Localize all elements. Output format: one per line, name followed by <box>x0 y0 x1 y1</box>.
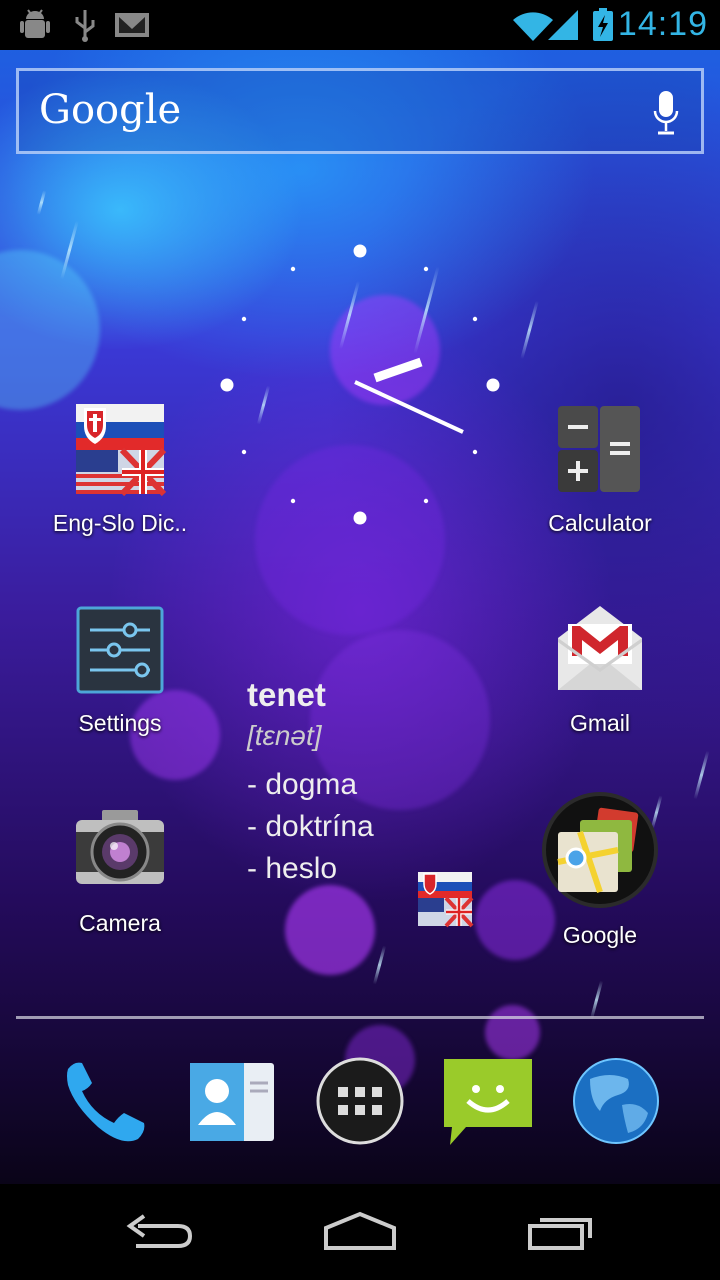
dictionary-word: tenet <box>247 676 326 713</box>
gmail-notification-icon <box>115 13 149 37</box>
wallpaper-streak <box>520 300 539 360</box>
app-label: Gmail <box>569 710 631 736</box>
dictionary-widget-flag-icon[interactable] <box>416 870 474 928</box>
android-debug-icon <box>20 9 50 38</box>
analog-clock-widget[interactable] <box>210 235 510 535</box>
app-camera[interactable]: Camera <box>35 802 205 937</box>
messaging-icon[interactable] <box>442 1055 534 1147</box>
phone-icon[interactable] <box>58 1055 150 1147</box>
browser-globe-icon[interactable] <box>570 1055 662 1147</box>
contacts-icon[interactable] <box>186 1055 278 1147</box>
wallpaper-bokeh <box>0 250 100 410</box>
calculator-icon <box>558 406 640 492</box>
app-folder-google[interactable]: Google <box>515 790 685 949</box>
battery-charging-icon <box>593 8 613 41</box>
dictionary-widget[interactable]: tenet [tɛnət] - dogma - doktrína - heslo <box>247 676 467 890</box>
flag-dictionary-icon <box>76 404 167 497</box>
google-search-bar[interactable]: Google <box>16 68 704 154</box>
wallpaper-streak <box>36 190 47 215</box>
navigation-bar <box>0 1184 720 1280</box>
status-bar[interactable]: 14:19 <box>0 0 720 50</box>
app-calculator[interactable]: Calculator <box>515 402 685 537</box>
wallpaper-streak <box>589 980 604 1020</box>
translation-item: - doktrína <box>247 810 374 843</box>
usb-icon <box>75 10 95 42</box>
back-icon[interactable] <box>124 1208 196 1256</box>
app-gmail[interactable]: Gmail <box>515 602 685 737</box>
app-drawer-icon[interactable] <box>314 1055 406 1147</box>
app-label: Eng-Slo Dic.. <box>52 510 188 536</box>
app-label: Camera <box>79 910 161 936</box>
app-label: Calculator <box>548 510 652 536</box>
translation-item: - dogma <box>247 768 358 801</box>
app-settings[interactable]: Settings <box>35 602 205 737</box>
app-eng-slo-dictionary[interactable]: Eng-Slo Dic.. <box>35 402 205 537</box>
wallpaper-bokeh <box>485 1005 540 1060</box>
gmail-envelope-icon <box>558 606 642 690</box>
recent-apps-icon[interactable] <box>526 1208 598 1256</box>
clock-hour-hand <box>373 357 423 383</box>
wallpaper-streak <box>693 750 710 800</box>
camera-icon <box>76 810 164 884</box>
app-label: Google <box>562 922 638 948</box>
status-time: 14:19 <box>617 5 708 43</box>
google-folder-icon <box>542 792 658 908</box>
signal-icon <box>548 10 578 40</box>
microphone-icon[interactable] <box>653 89 679 139</box>
wallpaper-bokeh <box>285 885 375 975</box>
clock-minute-hand <box>354 380 464 434</box>
google-logo: Google <box>39 87 182 133</box>
dock-divider <box>16 1016 704 1019</box>
home-icon[interactable] <box>322 1208 398 1256</box>
settings-sliders-icon <box>76 606 164 694</box>
dictionary-pronunciation: [tɛnət] <box>247 720 322 751</box>
app-label: Settings <box>78 710 162 736</box>
wallpaper-streak <box>372 945 387 985</box>
